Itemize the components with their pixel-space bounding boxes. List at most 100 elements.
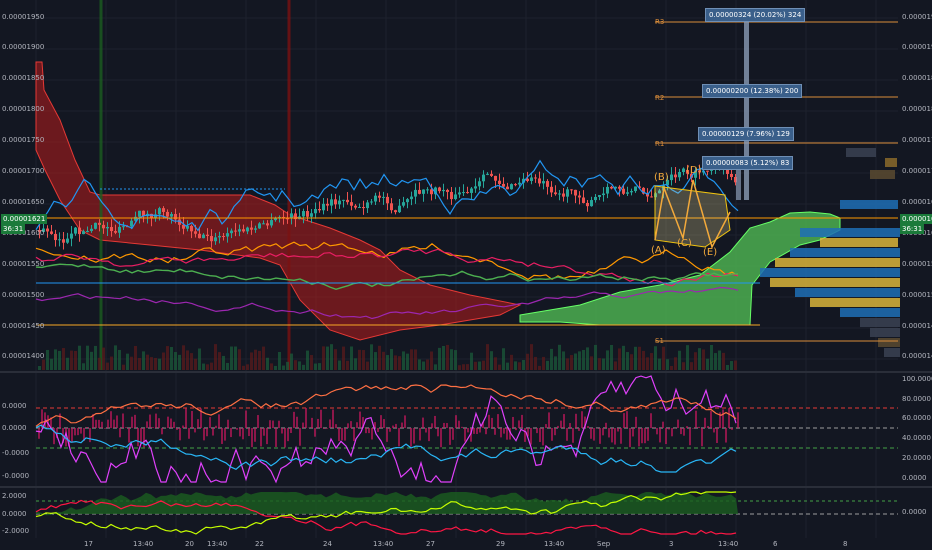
indicator-histogram-bar xyxy=(611,428,613,443)
indicator-histogram-bar xyxy=(554,428,556,436)
target-callout[interactable]: 0.00000200 (12.38%) 200 xyxy=(702,84,803,98)
volume-bar xyxy=(214,344,217,370)
indicator-histogram-bar xyxy=(587,426,589,428)
volume-bar xyxy=(690,362,693,370)
candle-body xyxy=(106,227,109,229)
volume-bar xyxy=(642,350,645,370)
time-label: 24 xyxy=(323,540,332,548)
candle-body xyxy=(330,199,333,206)
time-label: 3 xyxy=(669,540,674,548)
candle-body xyxy=(634,186,637,192)
candle-body xyxy=(438,187,441,192)
volume-profile-bar xyxy=(775,258,900,267)
volume-bar xyxy=(274,365,277,370)
candle-body xyxy=(418,189,421,194)
indicator-histogram-bar xyxy=(665,428,667,445)
volume-bar xyxy=(314,363,317,370)
volume-bar xyxy=(134,346,137,370)
volume-bar xyxy=(610,344,613,370)
indicator-histogram-bar xyxy=(431,423,433,428)
indicator-histogram-bar xyxy=(572,428,574,443)
volume-bar xyxy=(86,345,89,370)
candle-body xyxy=(374,195,377,202)
indicator-histogram-bar xyxy=(260,428,262,447)
target-callout[interactable]: 0.00000324 (20.02%) 324 xyxy=(705,8,806,22)
indicator-histogram-bar xyxy=(371,428,373,440)
volume-bar xyxy=(386,355,389,370)
candle-body xyxy=(458,192,461,195)
volume-bar xyxy=(702,349,705,370)
indicator-histogram-bar xyxy=(728,408,730,428)
indicator-histogram-bar xyxy=(182,425,184,428)
indicator-right-label: 0.0000 xyxy=(902,474,927,482)
volume-bar xyxy=(550,348,553,370)
candle-body xyxy=(370,201,373,203)
pivot-label-s1: S1 xyxy=(655,337,664,345)
candle-body xyxy=(314,209,317,214)
volume-bar xyxy=(166,346,169,370)
volume-bar xyxy=(490,351,493,370)
pane-separator[interactable] xyxy=(0,486,932,488)
indicator-histogram-bar xyxy=(485,428,487,435)
candle-body xyxy=(258,223,261,229)
volume-bar xyxy=(262,346,265,370)
indicator-histogram-bar xyxy=(590,428,592,439)
candle-body xyxy=(426,189,429,191)
volume-bar xyxy=(230,346,233,370)
indicator-histogram-bar xyxy=(461,426,463,428)
indicator-histogram-bar xyxy=(119,428,121,438)
volume-profile-bar xyxy=(885,158,897,167)
indicator-histogram-bar xyxy=(353,428,355,442)
volume-bar xyxy=(522,360,525,370)
indicator-histogram-bar xyxy=(563,414,565,428)
indicator-histogram-bar xyxy=(530,428,532,445)
candle-body xyxy=(570,189,573,191)
indicator-right-label: 60.0000 xyxy=(902,414,931,422)
pivot-label-r1: R1 xyxy=(655,140,665,148)
candle-body xyxy=(622,188,625,194)
volume-bar xyxy=(286,361,289,370)
pane-separator[interactable] xyxy=(0,371,932,373)
indicator-histogram-bar xyxy=(218,414,220,428)
indicator-histogram-bar xyxy=(641,428,643,444)
target-callout[interactable]: 0.00000083 (5.12%) 83 xyxy=(702,156,794,170)
indicator-histogram-bar xyxy=(350,421,352,428)
volume-bar xyxy=(650,353,653,370)
volume-bar xyxy=(98,357,101,370)
left-price-label: 0.00001950 xyxy=(2,13,45,21)
indicator-histogram-bar xyxy=(479,428,481,433)
trading-chart[interactable]: 0.00001950 0.00001900 0.00001850 0.00001… xyxy=(0,0,932,550)
volume-bar xyxy=(554,356,557,370)
indicator-histogram-bar xyxy=(524,428,526,442)
volume-bar xyxy=(482,360,485,370)
indicator-histogram-bar xyxy=(335,424,337,428)
indicator-histogram-bar xyxy=(488,414,490,428)
indicator-histogram-bar xyxy=(737,412,739,428)
candle-body xyxy=(566,189,569,197)
volume-bar xyxy=(546,360,549,370)
volume-bar xyxy=(318,363,321,370)
candle-body xyxy=(162,208,165,212)
indicator-histogram-bar xyxy=(710,410,712,428)
indicator-histogram-bar xyxy=(146,421,148,428)
indicator-histogram-bar xyxy=(152,427,154,428)
indicator-histogram-bar xyxy=(545,424,547,428)
indicator-histogram-bar xyxy=(74,428,76,436)
indicator-histogram-bar xyxy=(239,428,241,437)
volume-bar xyxy=(698,348,701,370)
volume-bar xyxy=(646,357,649,370)
volume-bar xyxy=(382,351,385,370)
time-label: 27 xyxy=(426,540,435,548)
volume-bar xyxy=(354,358,357,370)
indicator-histogram-bar xyxy=(89,428,91,443)
chart-canvas[interactable] xyxy=(0,0,932,550)
target-callout[interactable]: 0.00000129 (7.96%) 129 xyxy=(698,127,794,141)
wave-label-e: (E) xyxy=(703,247,718,258)
indicator-histogram-bar xyxy=(605,422,607,428)
indicator-histogram-bar xyxy=(347,423,349,428)
candle-body xyxy=(442,189,445,192)
indicator-histogram-bar xyxy=(698,426,700,428)
candle-body xyxy=(382,196,385,198)
indicator-right-label: 80.0000 xyxy=(902,395,931,403)
indicator-histogram-bar xyxy=(134,414,136,428)
